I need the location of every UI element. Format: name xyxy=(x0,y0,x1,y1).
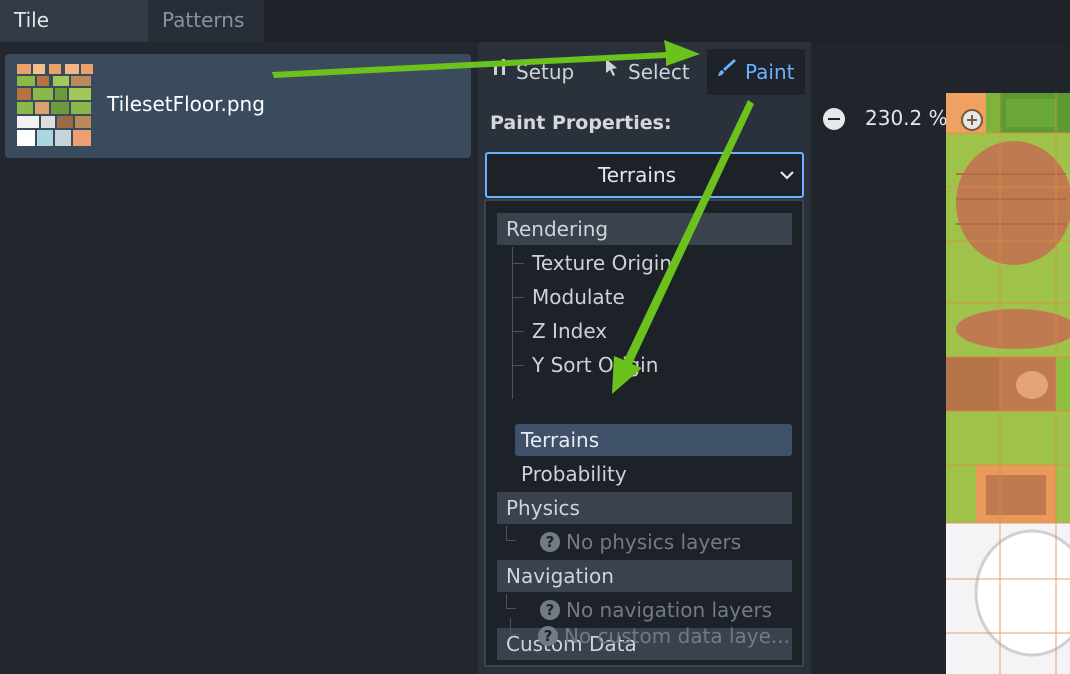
tree-item-y-sort-origin[interactable]: Y Sort Origin xyxy=(532,349,658,381)
select-label: Select xyxy=(628,60,690,84)
help-icon: ? xyxy=(538,626,558,646)
tree-guide xyxy=(512,263,524,264)
tree-item-texture-origin[interactable]: Texture Origin xyxy=(532,247,672,279)
tree-guide xyxy=(512,331,524,332)
brush-icon xyxy=(717,49,737,95)
tree-item-z-index[interactable]: Z Index xyxy=(532,315,607,347)
no-physics-message: ? No physics layers xyxy=(540,526,741,558)
chevron-down-icon xyxy=(780,171,794,180)
tile-sources-panel: TilesetFloor.png xyxy=(0,42,478,674)
no-custom-data-message: ? No custom data laye... xyxy=(538,620,790,652)
tile-source-name: TilesetFloor.png xyxy=(107,92,265,116)
cursor-icon xyxy=(604,49,620,95)
tree-guide xyxy=(506,608,516,609)
tree-item-terrains[interactable]: Terrains xyxy=(515,424,792,456)
tileset-editor-panel: Setup Select Paint Paint Properties: Ter… xyxy=(478,42,831,674)
zoom-level: 230.2 % xyxy=(865,106,948,130)
tree-guide xyxy=(506,540,516,541)
source-tabs: Tile Sources Patterns xyxy=(0,0,1070,72)
tree-guide xyxy=(512,297,524,298)
tree-item-modulate[interactable]: Modulate xyxy=(532,281,625,313)
help-icon: ? xyxy=(540,532,560,552)
tree-guide xyxy=(506,526,507,540)
section-rendering[interactable]: Rendering xyxy=(497,213,792,245)
paint-mode-button[interactable]: Paint xyxy=(707,49,805,95)
no-custom-data-label: No custom data laye... xyxy=(564,624,790,648)
tile-source-item[interactable]: TilesetFloor.png xyxy=(5,54,471,158)
tree-guide xyxy=(506,594,507,608)
section-navigation[interactable]: Navigation xyxy=(497,560,792,592)
tileset-atlas-image[interactable] xyxy=(946,93,1070,674)
property-tree: Rendering Texture Origin Modulate Z Inde… xyxy=(484,199,804,667)
tileset-thumbnail xyxy=(15,62,95,150)
paint-property-dropdown[interactable]: Terrains xyxy=(485,152,804,198)
tile-atlas-view: 230.2 % xyxy=(811,42,1070,674)
setup-mode-button[interactable]: Setup xyxy=(492,49,574,95)
tab-tile-sources[interactable]: Tile Sources xyxy=(0,0,148,72)
no-physics-label: No physics layers xyxy=(566,530,742,554)
tree-item-probability[interactable]: Probability xyxy=(521,458,627,490)
zoom-out-icon[interactable] xyxy=(823,108,845,130)
section-physics[interactable]: Physics xyxy=(497,492,792,524)
tab-patterns[interactable]: Patterns xyxy=(148,0,264,42)
tree-guide xyxy=(512,365,524,366)
setup-label: Setup xyxy=(516,60,575,84)
tree-guide xyxy=(512,247,513,399)
dropdown-selected-value: Terrains xyxy=(597,163,677,187)
paint-label: Paint xyxy=(745,60,795,84)
select-mode-button[interactable]: Select xyxy=(604,49,690,95)
tool-icon xyxy=(492,49,508,95)
tree-guide xyxy=(510,634,520,635)
zoom-in-icon[interactable] xyxy=(961,109,983,131)
paint-properties-title: Paint Properties: xyxy=(490,112,672,134)
help-icon: ? xyxy=(540,600,560,620)
tree-guide xyxy=(510,618,511,634)
